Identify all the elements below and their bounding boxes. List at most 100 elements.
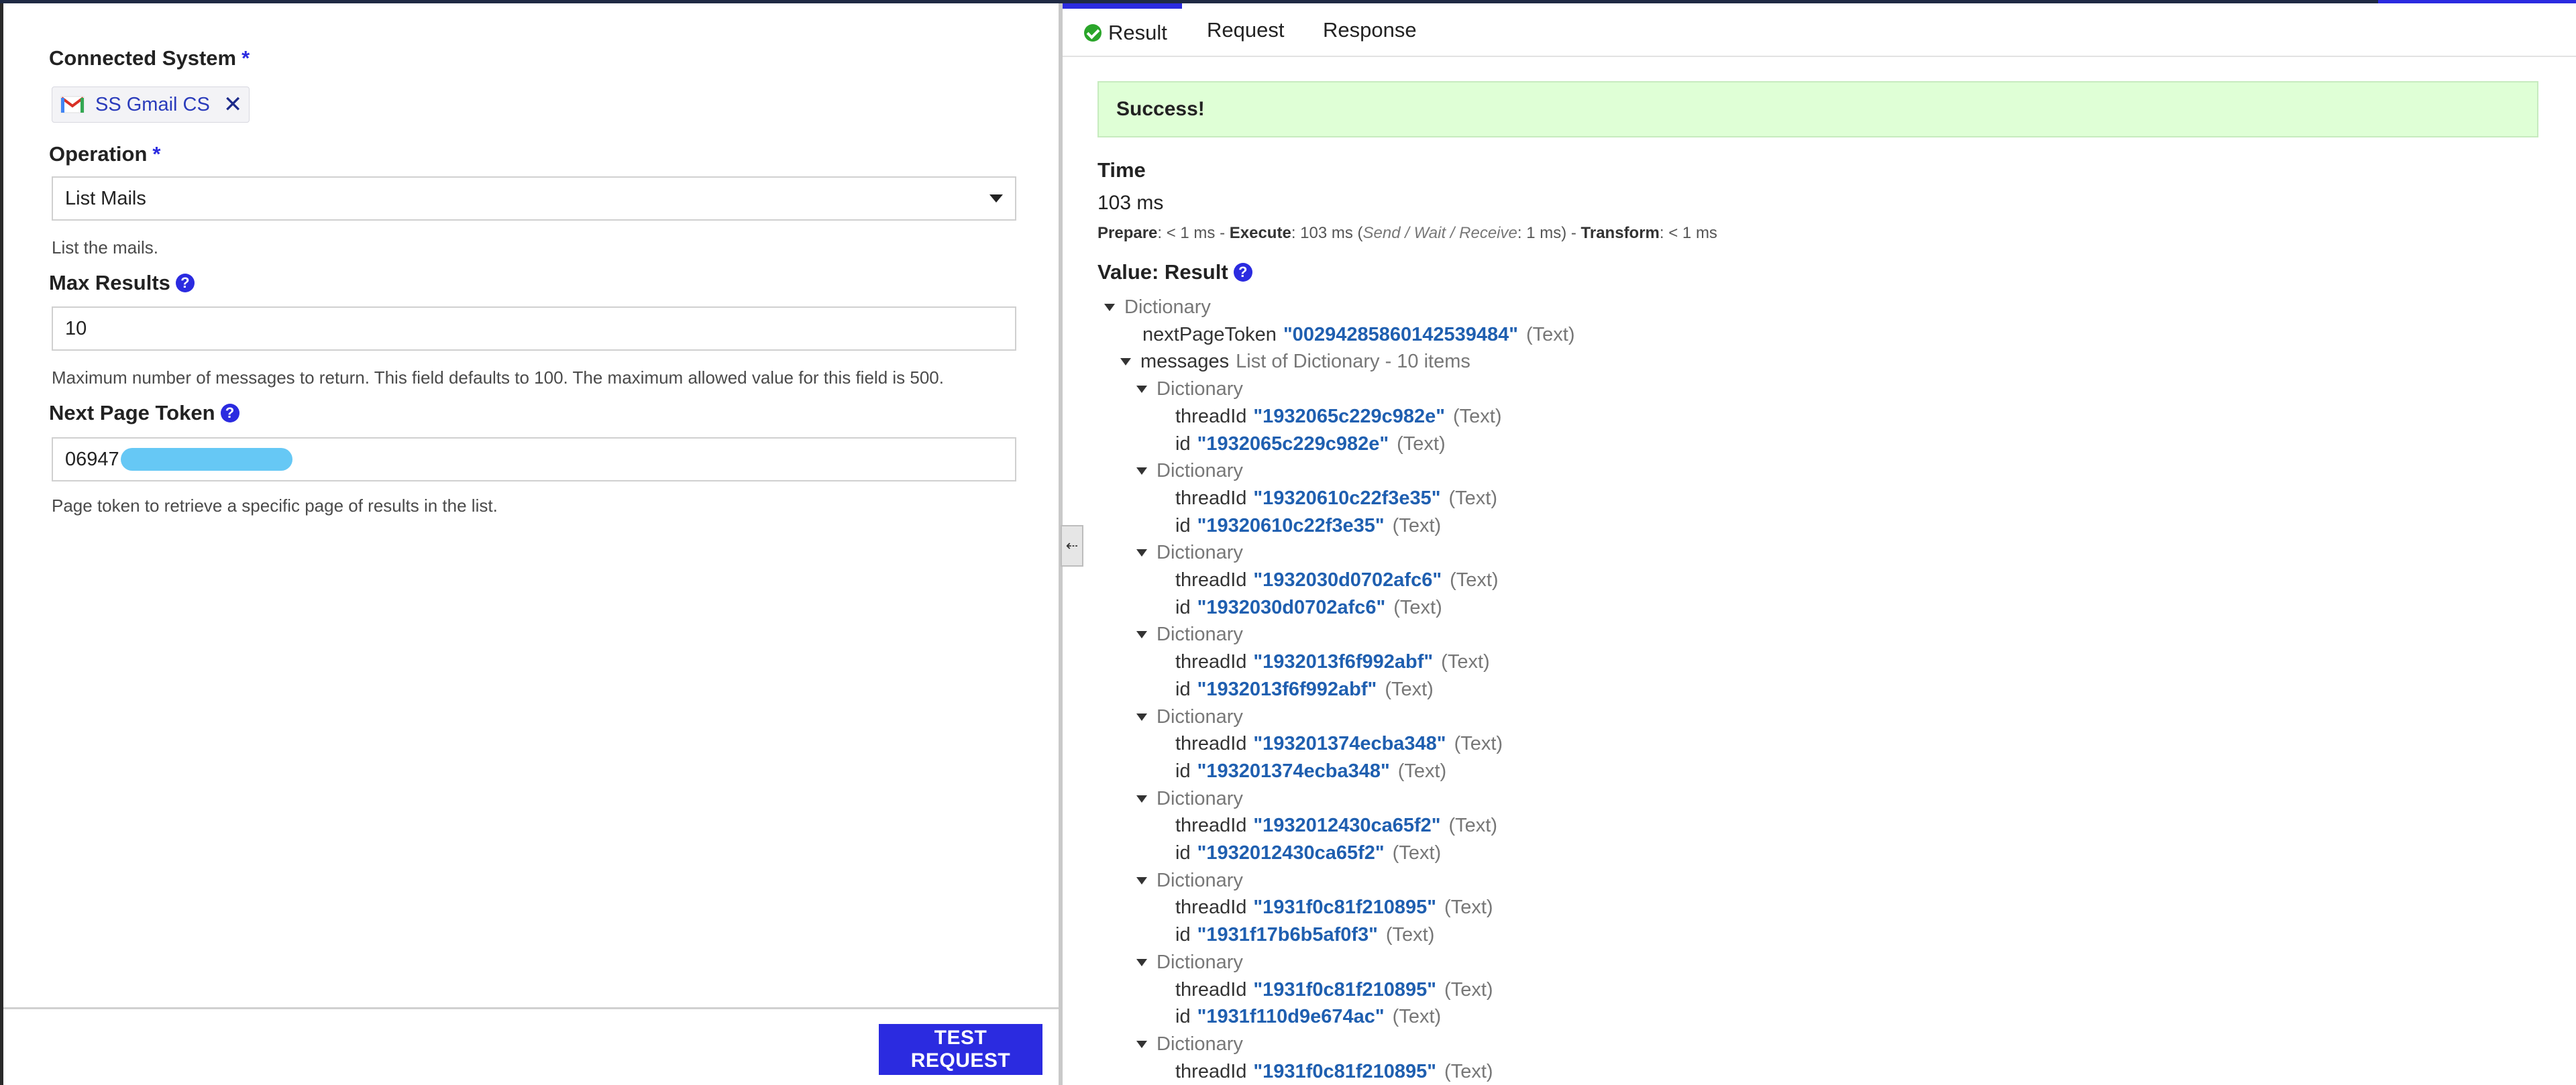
tree-thread-id: threadId "1932030d0702afc6" (Text) [1175,569,1499,591]
time-title: Time [1097,158,1146,182]
send-wait-receive-value: : 1 ms) - [1517,224,1581,242]
tree-value: "193201374ecba348" [1253,733,1446,755]
tree-value: "1931f0c81f210895" [1253,897,1437,919]
tree-thread-id: threadId "1931f0c81f210895" (Text) [1175,897,1493,919]
send-wait-receive-label: Send / Wait / Receive [1362,224,1517,242]
tree-message-item: Dictionary [1136,952,1243,974]
tree-id: id "1932030d0702afc6" (Text) [1175,597,1442,619]
tree-type-tag: (Text) [1385,924,1435,946]
tree-type: List of Dictionary - 10 items [1236,351,1470,373]
request-config-panel: Connected System * SS Gmail CS ✕ Operati… [0,3,1059,1085]
tree-key: threadId [1175,405,1247,427]
tree-type: Dictionary [1157,378,1243,400]
expand-caret-icon[interactable] [1104,304,1115,311]
next-page-token-input[interactable]: 06947 [52,437,1016,481]
expand-caret-icon[interactable] [1136,631,1147,639]
tree-value: "193201374ecba348" [1197,760,1390,782]
time-value: 103 ms [1097,192,1164,214]
tree-value: "1932065c229c982e" [1197,433,1389,455]
tree-key: threadId [1175,487,1247,509]
tree-key: threadId [1175,897,1247,919]
test-request-button[interactable]: TEST REQUEST [879,1024,1042,1075]
tree-value: "1931f17b6b5af0f3" [1197,924,1378,946]
transform-label: Transform [1580,224,1660,242]
tree-type-tag: (Text) [1393,596,1442,618]
expand-caret-icon[interactable] [1136,876,1147,884]
connected-system-label-text: Connected System [49,46,237,70]
tree-message-item: Dictionary [1136,1033,1243,1055]
tree-id: id "1931f17b6b5af0f3" (Text) [1175,924,1434,946]
tree-id: id "193201374ecba348" (Text) [1175,760,1446,783]
expand-caret-icon[interactable] [1136,713,1147,721]
expand-caret-icon[interactable] [1136,386,1147,394]
connected-system-chip[interactable]: SS Gmail CS ✕ [52,87,250,123]
tree-thread-id: threadId "1932012430ca65f2" (Text) [1175,815,1497,837]
tab-result-label: Result [1108,21,1167,44]
tree-type: Dictionary [1157,787,1243,809]
expand-caret-icon[interactable] [1136,467,1147,475]
operation-label: Operation * [49,142,160,166]
value-title: Value: Result ? [1097,260,1252,284]
help-icon[interactable]: ? [1233,263,1252,282]
next-page-token-value: 06947 [65,448,119,470]
required-mark: * [152,142,161,166]
tree-type-tag: (Text) [1397,760,1447,782]
tree-value: "1931f0c81f210895" [1253,978,1437,1001]
expand-caret-icon[interactable] [1120,358,1131,366]
collapse-arrow-icon[interactable]: ⇠ [1061,525,1083,567]
tree-message-item: Dictionary [1136,460,1243,482]
tree-type-tag: (Text) [1444,897,1493,919]
connected-system-label: Connected System * [49,46,250,70]
tree-thread-id: threadId "1931f0c81f210895" (Text) [1175,979,1493,1001]
tree-value: "19320610c22f3e35" [1253,487,1441,509]
caret-down-icon [989,194,1003,203]
tree-type-tag: (Text) [1385,678,1434,700]
tree-message-item: Dictionary [1136,870,1243,892]
prepare-label: Prepare [1097,224,1158,242]
expand-caret-icon[interactable] [1136,795,1147,803]
tree-key: threadId [1175,978,1247,1001]
execute-label: Execute [1229,224,1291,242]
tree-type: Dictionary [1157,624,1243,646]
tab-response[interactable]: Response [1323,3,1417,57]
tree-type: Dictionary [1157,705,1243,728]
help-icon[interactable]: ? [175,274,195,292]
result-tabs: Result Request Response [1063,3,2576,57]
tree-value: "1931f0c81f210895" [1253,1060,1437,1082]
max-results-input[interactable]: 10 [52,306,1016,351]
tree-type-tag: (Text) [1448,815,1498,837]
tree-value: "1932065c229c982e" [1253,405,1445,427]
expand-caret-icon[interactable] [1136,958,1147,966]
expand-caret-icon[interactable] [1136,1040,1147,1048]
required-mark: * [241,46,250,70]
tree-value: "1932030d0702afc6" [1197,596,1386,618]
tree-key: id [1175,514,1191,536]
tab-response-label: Response [1323,18,1417,42]
tree-value: "00294285860142539484" [1283,323,1519,345]
tree-message-item: Dictionary [1136,706,1243,728]
tree-type-tag: (Text) [1441,651,1490,673]
root-type: Dictionary [1124,296,1211,318]
tree-value: "1932030d0702afc6" [1253,569,1442,591]
tree-key: id [1175,924,1191,946]
tree-thread-id: threadId "193201374ecba348" (Text) [1175,733,1503,755]
tree-key: id [1175,842,1191,864]
tree-key: threadId [1175,1060,1247,1082]
expand-caret-icon[interactable] [1136,549,1147,557]
tree-id: id "1932065c229c982e" (Text) [1175,433,1446,455]
redaction-mark [120,448,292,471]
tab-result[interactable]: Result [1063,3,1182,57]
tree-id: id "1932013f6f992abf" (Text) [1175,679,1434,701]
help-icon[interactable]: ? [220,404,239,422]
tree-key: messages [1140,351,1230,373]
check-circle-icon [1084,24,1102,42]
operation-select[interactable]: List Mails [52,176,1016,221]
tree-thread-id: threadId "19320610c22f3e35" (Text) [1175,488,1497,510]
remove-icon[interactable]: ✕ [223,93,243,116]
tree-value: "1932012430ca65f2" [1253,815,1441,837]
tree-key: threadId [1175,651,1247,673]
operation-hint: List the mails. [52,237,158,258]
tab-request[interactable]: Request [1207,3,1284,57]
tree-id: id "19320610c22f3e35" (Text) [1175,515,1441,537]
tree-value: "1932012430ca65f2" [1197,842,1385,864]
